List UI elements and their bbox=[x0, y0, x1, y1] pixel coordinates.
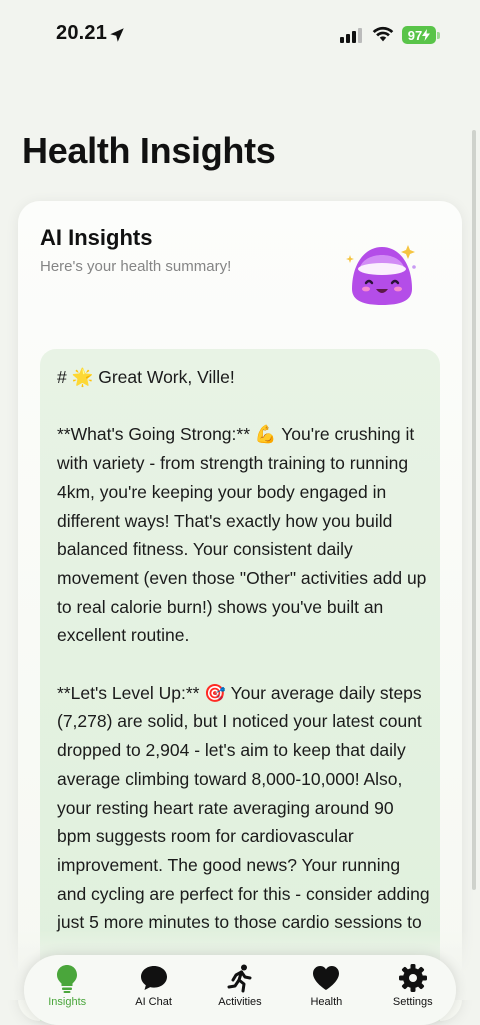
battery-level: 97 bbox=[407, 27, 423, 43]
cellular-signal-icon bbox=[340, 28, 362, 43]
charging-bolt-icon bbox=[422, 29, 431, 41]
tab-activities[interactable]: Activities bbox=[200, 955, 280, 1008]
tab-label: Health bbox=[310, 996, 343, 1008]
heart-icon bbox=[313, 966, 340, 990]
tab-insights[interactable]: Insights bbox=[27, 955, 107, 1008]
tab-label: AI Chat bbox=[135, 996, 172, 1008]
location-arrow-icon bbox=[110, 28, 124, 42]
battery-indicator: 97 bbox=[402, 26, 436, 44]
card-title: AI Insights bbox=[40, 225, 153, 250]
status-bar: 20.21 97 bbox=[0, 0, 480, 70]
tab-label: Settings bbox=[392, 996, 433, 1008]
tab-ai-chat[interactable]: AI Chat bbox=[114, 955, 194, 1008]
tab-label: Activities bbox=[218, 996, 262, 1008]
scrollbar[interactable] bbox=[472, 130, 476, 890]
mascot-icon bbox=[346, 245, 416, 305]
running-figure-icon bbox=[227, 964, 252, 993]
card-subtitle: Here's your health summary! bbox=[40, 258, 232, 275]
wifi-icon bbox=[372, 26, 394, 42]
tab-settings[interactable]: Settings bbox=[373, 955, 453, 1008]
status-time: 20.21 bbox=[56, 22, 108, 44]
insight-summary-box: # 🌟 Great Work, Ville! **What's Going St… bbox=[40, 349, 440, 1021]
tab-label: Insights bbox=[48, 996, 87, 1008]
lightbulb-icon bbox=[57, 965, 78, 993]
chat-bubble-icon bbox=[140, 966, 167, 990]
battery-cap bbox=[437, 32, 440, 39]
tab-bar: Insights AI Chat Activities Health Setti… bbox=[24, 955, 456, 1025]
ai-insights-card: AI Insights Here's your health summary! … bbox=[18, 201, 462, 1021]
insight-summary-text: # 🌟 Great Work, Ville! **What's Going St… bbox=[57, 367, 430, 933]
gear-icon bbox=[398, 964, 427, 992]
page-title: Health Insights bbox=[22, 130, 276, 171]
tab-health[interactable]: Health bbox=[286, 955, 366, 1008]
